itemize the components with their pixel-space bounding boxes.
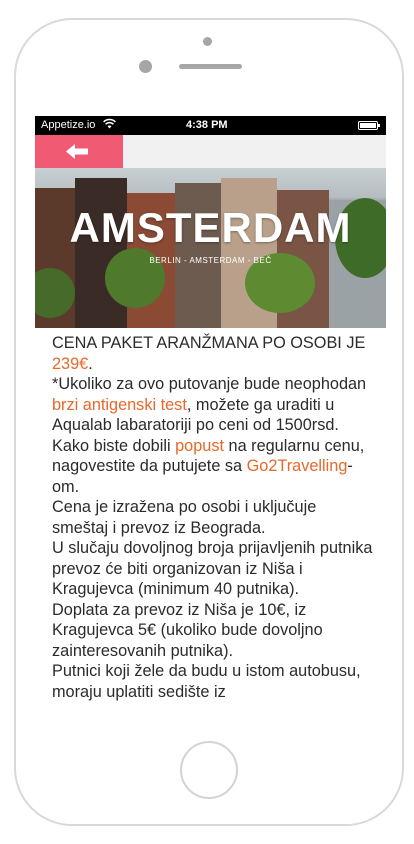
transport-paragraph: U slučaju dovoljnog broja prijavljenih p… (52, 539, 373, 598)
front-camera (139, 60, 152, 73)
seating-paragraph: Putnici koji žele da budu u istom autobu… (52, 662, 361, 701)
earpiece-speaker (179, 64, 242, 69)
brand-link[interactable]: Go2Travelling (247, 457, 348, 475)
battery-icon (358, 121, 380, 130)
top-navbar (35, 135, 386, 168)
surcharge-paragraph: Doplata za prevoz iz Niša je 10€, iz Kra… (52, 600, 323, 660)
price-info-paragraph: Cena je izražena po osobi i uključuje sm… (52, 498, 317, 537)
status-time: 4:38 PM (186, 119, 228, 131)
trip-description: CENA PAKET ARANŽMANA PO OSOBI JE 239€. *… (52, 333, 374, 702)
test-paragraph: *Ukoliko za ovo putovanje bude neophodan… (52, 375, 367, 496)
home-button[interactable] (180, 741, 238, 799)
hero-image: AMSTERDAM BERLIN - AMSTERDAM - BEČ (35, 168, 386, 328)
price-paragraph: CENA PAKET ARANŽMANA PO OSOBI JE 239€. (52, 334, 366, 373)
discount-link[interactable]: popust (175, 437, 224, 455)
back-button[interactable] (35, 135, 123, 168)
antigen-test-link[interactable]: brzi antigenski test (52, 396, 187, 414)
carrier-label: Appetize.io (41, 119, 96, 131)
wifi-icon (103, 118, 116, 132)
hero-subtitle: BERLIN - AMSTERDAM - BEČ (149, 256, 272, 265)
arrow-left-icon (66, 144, 88, 159)
front-sensor (203, 37, 212, 46)
hero-title: AMSTERDAM (69, 204, 352, 251)
app-screen: Appetize.io 4:38 PM AMSTERDAM BERLIN - A… (35, 116, 386, 740)
price-value: 239€ (52, 354, 89, 373)
status-bar: Appetize.io 4:38 PM (35, 116, 386, 135)
